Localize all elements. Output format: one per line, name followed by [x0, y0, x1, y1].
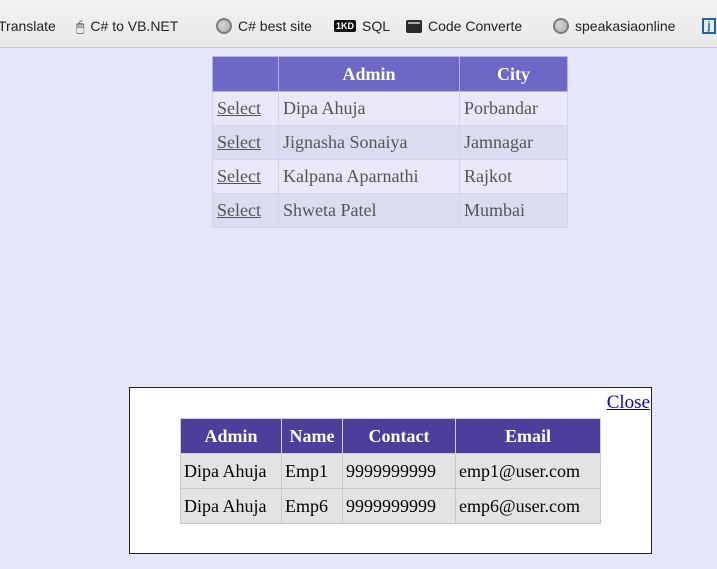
name-cell: Emp6 — [281, 488, 343, 524]
bookmark-csharp-to-vbnet[interactable]: 🖱 C# to VB.NET — [76, 16, 178, 36]
bookmark-label: Translate — [0, 18, 56, 34]
select-link[interactable]: Select — [217, 200, 261, 220]
contact-cell: 9999999999 — [342, 453, 456, 489]
header-name: Name — [281, 418, 343, 454]
table-row: Select Jignasha Sonaiya Jamnagar — [212, 125, 568, 160]
header-city: City — [459, 56, 568, 92]
mouse-icon: 🖱 — [76, 17, 85, 34]
select-link[interactable]: Select — [217, 132, 261, 152]
bookmark-label: C# best site — [238, 18, 312, 34]
table-row: Select Kalpana Aparnathi Rajkot — [212, 159, 568, 194]
bookmarks-bar: Translate 🖱 C# to VB.NET C# best site 1K… — [0, 0, 717, 48]
table-row: Dipa Ahuja Emp6 9999999999 emp6@user.com — [180, 488, 601, 524]
grid-header-row: Admin Name Contact Email — [180, 418, 601, 454]
bookmark-translate[interactable]: Translate — [0, 16, 56, 36]
city-cell: Porbandar — [459, 91, 568, 126]
name-cell: Emp1 — [281, 453, 343, 489]
select-link[interactable]: Select — [217, 166, 261, 186]
header-email: Email — [455, 418, 601, 454]
grid-header-row: Admin City — [212, 56, 568, 92]
city-cell: Jamnagar — [459, 125, 568, 160]
bookmark-speakasiaonline[interactable]: speakasiaonline — [553, 16, 675, 36]
header-select — [212, 56, 279, 92]
city-cell: Rajkot — [459, 159, 568, 194]
globe-icon — [216, 18, 232, 34]
admin-cell: Dipa Ahuja — [180, 453, 282, 489]
admin-cell: Shweta Patel — [278, 193, 460, 228]
employee-popup: Close Admin Name Contact Email Dipa Ahuj… — [129, 387, 652, 554]
city-cell: Mumbai — [459, 193, 568, 228]
terminal-icon — [406, 19, 422, 33]
bookmark-sql[interactable]: 1KD SQL — [334, 16, 390, 36]
admin-cell: Dipa Ahuja — [278, 91, 460, 126]
select-cell: Select — [212, 159, 279, 194]
header-admin: Admin — [278, 56, 460, 92]
email-cell: emp6@user.com — [455, 488, 601, 524]
header-admin: Admin — [180, 418, 282, 454]
globe-icon — [553, 18, 569, 34]
bookmark-label: SQL — [362, 18, 391, 34]
admin-cell: Kalpana Aparnathi — [278, 159, 460, 194]
select-cell: Select — [212, 193, 279, 228]
select-cell: Select — [212, 91, 279, 126]
bookmark-csharp-best-site[interactable]: C# best site — [216, 16, 312, 36]
header-contact: Contact — [342, 418, 456, 454]
admin-city-grid: Admin City Select Dipa Ahuja Porbandar S… — [212, 56, 568, 228]
j-icon: j — [702, 18, 716, 34]
bookmark-label: Code Converte — [428, 18, 523, 34]
contact-cell: 9999999999 — [342, 488, 456, 524]
select-cell: Select — [212, 125, 279, 160]
kd-icon: 1KD — [334, 20, 357, 32]
bookmark-code-converter[interactable]: Code Converte — [406, 16, 522, 36]
email-cell: emp1@user.com — [455, 453, 601, 489]
table-row: Select Dipa Ahuja Porbandar — [212, 91, 568, 126]
table-row: Dipa Ahuja Emp1 9999999999 emp1@user.com — [180, 453, 601, 489]
admin-cell: Dipa Ahuja — [180, 488, 282, 524]
admin-cell: Jignasha Sonaiya — [278, 125, 460, 160]
employee-grid: Admin Name Contact Email Dipa Ahuja Emp1… — [180, 418, 601, 524]
select-link[interactable]: Select — [217, 98, 261, 118]
bookmark-label: C# to VB.NET — [90, 18, 179, 34]
bookmark-j[interactable]: j — [702, 16, 717, 36]
bookmark-label: speakasiaonline — [575, 18, 676, 34]
table-row: Select Shweta Patel Mumbai — [212, 193, 568, 228]
close-link[interactable]: Close — [607, 392, 650, 414]
